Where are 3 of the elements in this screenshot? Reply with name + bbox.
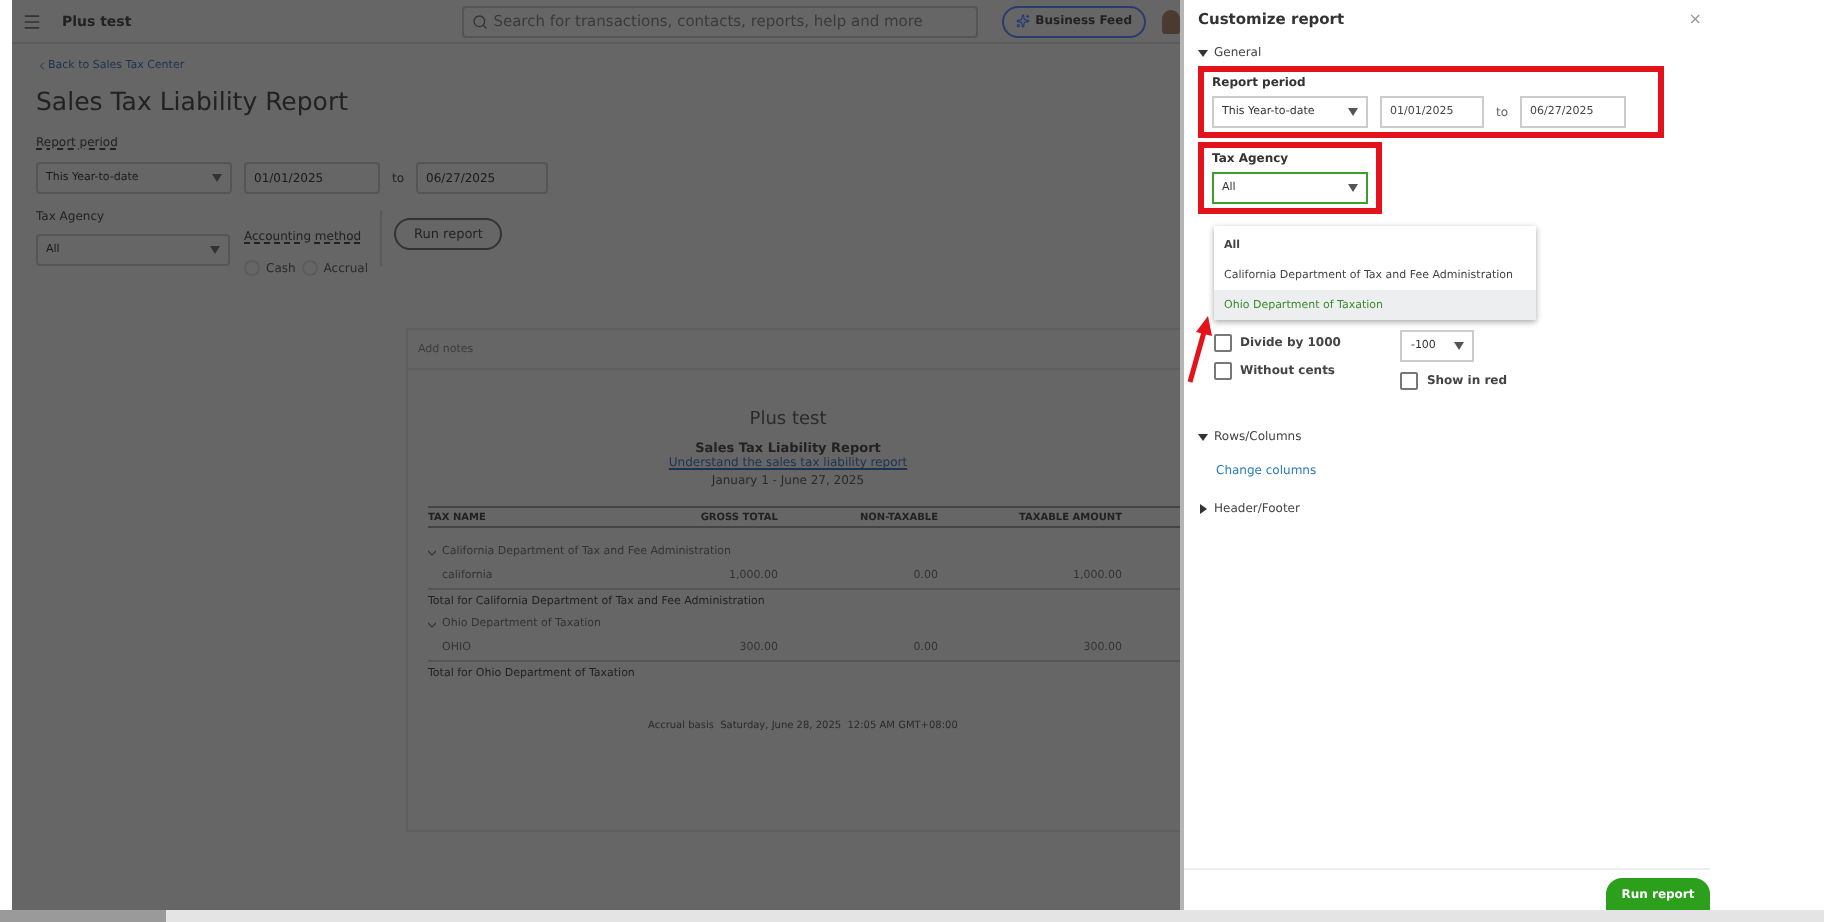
- close-button[interactable]: ×: [1688, 10, 1702, 28]
- report-company: Plus test: [749, 410, 827, 430]
- page-title: Sales Tax Liability Report: [36, 86, 350, 116]
